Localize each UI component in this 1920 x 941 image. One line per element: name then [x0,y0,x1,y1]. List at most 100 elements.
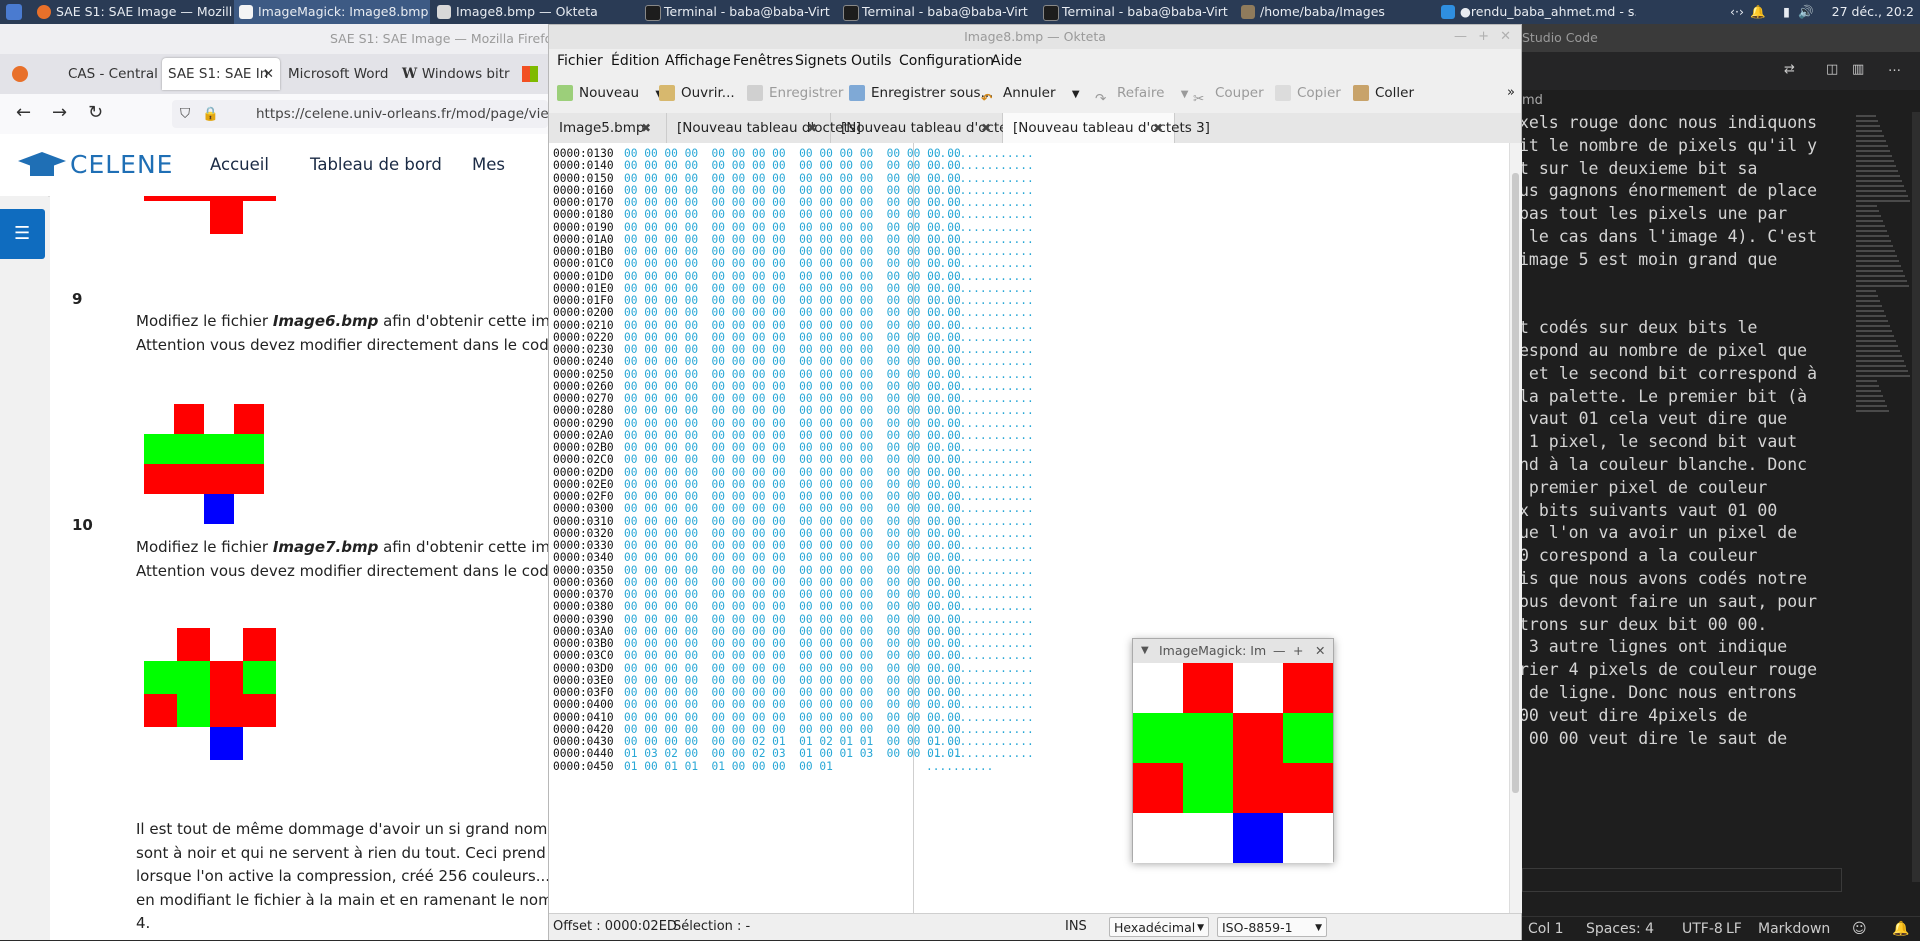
imagemagick-titlebar[interactable]: ▼ ImageMagick: Im — + ✕ [1133,639,1333,663]
toolbar-overflow-icon[interactable]: » [1507,85,1515,100]
char-column[interactable]: ................ [926,502,1034,515]
char-column[interactable]: ................ [926,172,1034,185]
celene-logo-icon[interactable] [18,152,66,178]
hex-row[interactable]: 0000:0260 00 00 00 00 00 00 00 00 00 00 0… [553,380,1034,393]
editor-text[interactable]: xels rouge donc nous indiquons it le nomb… [1522,112,1840,872]
hex-bytes[interactable]: 00 00 00 00 00 00 00 00 00 00 00 00 00 0… [624,245,961,258]
hex-bytes[interactable]: 00 00 00 00 00 00 00 00 00 00 00 00 00 0… [624,221,961,234]
menu-fichier[interactable]: Fichier [557,49,603,73]
hex-row[interactable]: 0000:0320 00 00 00 00 00 00 00 00 00 00 0… [553,527,1034,540]
hex-bytes[interactable]: 00 00 00 00 00 00 00 00 00 00 00 00 00 0… [624,539,961,552]
editor-line[interactable] [1522,272,1840,295]
hex-bytes[interactable]: 00 00 00 00 00 00 00 00 00 00 00 00 00 0… [624,490,961,503]
app-menu-icon[interactable] [6,4,22,20]
editor-line[interactable] [1522,294,1840,317]
editor-line[interactable]: image 5 est moin grand que [1522,249,1840,272]
char-column[interactable]: ................ [926,490,1034,503]
char-column[interactable]: ................ [926,674,1034,687]
menu-fenetres[interactable]: Fenêtres [733,49,793,73]
hex-bytes[interactable]: 00 00 00 00 00 00 00 00 00 00 00 00 00 0… [624,429,961,442]
taskbar-item-terminal-1[interactable]: Terminal - baba@baba-Virtu... [640,0,830,24]
hex-bytes[interactable]: 00 00 00 00 00 00 00 00 00 00 00 00 00 0… [624,662,961,675]
char-column[interactable]: ................ [926,723,1034,736]
hex-row[interactable]: 0000:0350 00 00 00 00 00 00 00 00 00 00 0… [553,564,1034,577]
hex-bytes[interactable]: 00 00 00 00 00 00 00 00 00 00 00 00 00 0… [624,625,961,638]
menu-configuration[interactable]: Configuration [899,49,994,73]
char-column[interactable]: ................ [926,221,1034,234]
hex-row[interactable]: 0000:0440 01 03 02 00 00 00 02 03 01 00 0… [553,747,1034,760]
editor-line[interactable]: 3 autre lignes ont indique [1522,636,1840,659]
char-column[interactable]: ................ [926,613,1034,626]
char-column[interactable]: ................ [926,404,1034,417]
char-column[interactable]: ................ [926,478,1034,491]
save-button[interactable]: Enregistrer [747,79,843,107]
taskbar-item-terminal-2[interactable]: Terminal - baba@baba-Virtu... [838,0,1028,24]
editor-line[interactable]: rier 4 pixels de couleur rouge [1522,659,1840,682]
minimize-icon[interactable]: — [1454,25,1467,49]
char-column[interactable]: ................ [926,380,1034,393]
hex-row[interactable]: 0000:03E0 00 00 00 00 00 00 00 00 00 00 0… [553,674,1034,687]
editor-line[interactable]: x bits suivants vaut 01 00 [1522,500,1840,523]
char-column[interactable]: ................ [926,625,1034,638]
char-column[interactable]: ................ [926,662,1034,675]
char-column[interactable]: ................ [926,306,1034,319]
tab-bytearray-1[interactable]: [Nouveau tableau d'octets] ✖ [667,113,861,143]
hex-bytes[interactable]: 00 00 00 00 00 00 02 01 01 02 01 01 00 0… [624,735,961,748]
hex-bytes[interactable]: 00 00 00 00 00 00 00 00 00 00 00 00 00 0… [624,319,961,332]
hex-row[interactable]: 0000:0300 00 00 00 00 00 00 00 00 00 00 0… [553,502,1034,515]
taskbar-item-imagemagick[interactable]: ImageMagick: Image8.bmp [234,0,430,24]
network-icon[interactable]: ‹·› [1730,0,1744,24]
value-coding-select[interactable]: Hexadécimal ▼ [1109,917,1209,937]
hex-bytes[interactable]: 00 00 00 00 00 00 00 00 00 00 00 00 00 0… [624,600,961,613]
taskbar-item-okteta[interactable]: Image8.bmp — Okteta [432,0,628,24]
char-column[interactable]: ................ [926,294,1034,307]
editor-line[interactable]: espond au nombre de pixel que [1522,340,1840,363]
undo-button[interactable]: ↶ Annuler ▼ [981,79,1080,107]
taskbar-item-firefox[interactable]: SAE S1: SAE Image — Mozill... [32,0,232,24]
close-tab-icon[interactable]: ✖ [981,113,991,143]
char-column[interactable]: ................ [926,208,1034,221]
char-column[interactable]: ................ [926,196,1034,209]
hex-row[interactable]: 0000:03F0 00 00 00 00 00 00 00 00 00 00 0… [553,686,1034,699]
hex-row[interactable]: 0000:01F0 00 00 00 00 00 00 00 00 00 00 0… [553,294,1034,307]
char-column[interactable]: ................ [926,747,1034,760]
menu-edition[interactable]: Édition [611,49,659,73]
hex-row[interactable]: 0000:0410 00 00 00 00 00 00 00 00 00 00 0… [553,711,1034,724]
hex-bytes[interactable]: 00 00 00 00 00 00 00 00 00 00 00 00 00 0… [624,588,961,601]
cut-button[interactable]: ✂ Couper [1193,79,1264,107]
hex-row[interactable]: 0000:02F0 00 00 00 00 00 00 00 00 00 00 0… [553,490,1034,503]
char-column[interactable]: ................ [926,564,1034,577]
status-col[interactable]: Col 1 [1528,917,1564,941]
back-icon[interactable]: ← [16,102,31,123]
hex-bytes[interactable]: 00 00 00 00 00 00 00 00 00 00 00 00 00 0… [624,355,961,368]
hex-bytes[interactable]: 00 00 00 00 00 00 00 00 00 00 00 00 00 0… [624,392,961,405]
hex-bytes[interactable]: 00 00 00 00 00 00 00 00 00 00 00 00 00 0… [624,502,961,515]
hex-row[interactable]: 0000:0160 00 00 00 00 00 00 00 00 00 00 0… [553,184,1034,197]
editor-line[interactable]: us gagnons énormement de place [1522,180,1840,203]
char-column[interactable]: ................ [926,551,1034,564]
hex-row[interactable]: 0000:01D0 00 00 00 00 00 00 00 00 00 00 0… [553,270,1034,283]
hex-row[interactable]: 0000:0430 00 00 00 00 00 00 02 01 01 02 0… [553,735,1034,748]
course-index-button[interactable]: ☰ [0,209,45,259]
hex-bytes[interactable]: 00 00 00 00 00 00 00 00 00 00 00 00 00 0… [624,208,961,221]
char-column[interactable]: ................ [926,159,1034,172]
hex-bytes[interactable]: 00 00 00 00 00 00 00 00 00 00 00 00 00 0… [624,343,961,356]
hex-row[interactable]: 0000:0380 00 00 00 00 00 00 00 00 00 00 0… [553,600,1034,613]
feedback-icon[interactable]: ☺ [1852,917,1867,941]
hex-row[interactable]: 0000:0170 00 00 00 00 00 00 00 00 00 00 0… [553,196,1034,209]
minimap[interactable] [1850,112,1910,872]
editor-line[interactable]: la palette. Le premier bit (à [1522,386,1840,409]
editor-line[interactable]: 00 veut dire 4pixels de [1522,705,1840,728]
close-tab-icon[interactable]: ✖ [1153,113,1163,143]
clock[interactable]: 27 déc., 20:2 [1832,0,1914,24]
hex-bytes[interactable]: 00 00 00 00 00 00 00 00 00 00 00 00 00 0… [624,257,961,270]
hex-row[interactable]: 0000:0340 00 00 00 00 00 00 00 00 00 00 0… [553,551,1034,564]
tab-word[interactable]: Microsoft Word [282,58,392,90]
editor-line[interactable]: 0 corespond a la couleur [1522,545,1840,568]
char-column[interactable]: ................ [926,441,1034,454]
hex-bytes[interactable]: 00 00 00 00 00 00 00 00 00 00 00 00 00 0… [624,417,961,430]
charset-select[interactable]: ISO-8859-1 ▼ [1217,917,1327,937]
hex-row[interactable]: 0000:0400 00 00 00 00 00 00 00 00 00 00 0… [553,698,1034,711]
hex-row[interactable]: 0000:01E0 00 00 00 00 00 00 00 00 00 00 0… [553,282,1034,295]
split-editor-icon[interactable]: ◫ [1826,62,1838,77]
